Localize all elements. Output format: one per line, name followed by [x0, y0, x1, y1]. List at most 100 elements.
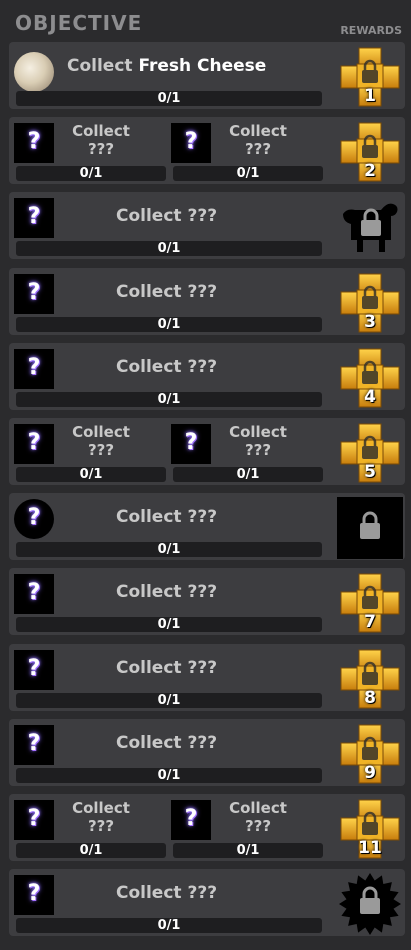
collect-label: Collect??? [213, 423, 303, 459]
reward-cube-icon[interactable]: 4 [337, 347, 403, 409]
reward-cube-icon[interactable]: 7 [337, 572, 403, 634]
objective-row: ? Collect ??? 0/1 [9, 869, 405, 937]
question-mark-icon: ? [27, 204, 41, 230]
locked-cow-reward-icon[interactable] [337, 196, 403, 258]
unknown-item-icon: ? [14, 724, 54, 765]
progress-bar: 0/1 [16, 166, 166, 182]
item-name: ??? [187, 356, 218, 377]
unknown-item-icon: ? [14, 875, 54, 916]
item-name: ??? [187, 657, 218, 678]
unknown-item-icon: ? [171, 123, 211, 164]
progress-bar: 0/1 [16, 767, 322, 783]
objective-row: ? Collect ??? 0/1 7 [9, 568, 405, 636]
objective-row: ? Collect??? 0/1? Collect??? 0/1 11 [9, 794, 405, 861]
item-name: Fresh Cheese [138, 56, 267, 76]
item-name: ??? [187, 281, 218, 302]
collect-word: Collect [229, 423, 287, 441]
item-name: ??? [187, 507, 218, 528]
collect-label: Collect??? [56, 799, 146, 835]
collect-word: Collect [229, 122, 287, 141]
objective-row: ? Collect??? 0/1? Collect??? 0/1 5 [9, 418, 405, 485]
progress-bar: 0/1 [16, 918, 322, 934]
question-mark-icon: ? [27, 279, 41, 305]
reward-cube-icon[interactable]: 3 [337, 272, 403, 334]
collect-label: Collect ??? [116, 582, 217, 602]
collect-word: Collect [72, 122, 130, 141]
collect-label: Collect??? [56, 423, 146, 459]
collect-label: Collect??? [56, 122, 146, 158]
progress-bar: 0/1 [173, 467, 323, 482]
reward-cube-icon[interactable]: 9 [337, 723, 403, 785]
reward-cube-icon[interactable]: 5 [337, 422, 403, 484]
unknown-item-icon: ? [14, 800, 54, 840]
unknown-item-icon: ? [14, 123, 54, 164]
item-name: ??? [87, 817, 115, 835]
collect-label: Collect ??? [116, 883, 217, 903]
collect-label: Collect ??? [116, 733, 217, 753]
question-mark-icon: ? [27, 354, 41, 380]
reward-number: 3 [364, 311, 376, 332]
item-name: ??? [187, 732, 218, 753]
progress-bar: 0/1 [16, 467, 166, 482]
collect-label: Collect ??? [116, 507, 217, 527]
collect-word: Collect [72, 423, 130, 441]
objective-row: ? Collect ??? 0/1 4 [9, 342, 405, 410]
progress-bar: 0/1 [16, 241, 322, 257]
objective-row: ? Collect ??? 0/1 8 [9, 643, 405, 711]
progress-bar: 0/1 [16, 316, 322, 332]
collect-word: Collect [116, 883, 182, 904]
reward-cube-icon[interactable]: 8 [337, 648, 403, 710]
collect-label: Collect Fresh Cheese [67, 56, 266, 76]
question-mark-icon: ? [27, 806, 41, 831]
collect-word: Collect [67, 56, 133, 76]
collect-label: Collect ??? [116, 282, 217, 302]
reward-number: 2 [364, 161, 376, 182]
header: OBJECTIVE REWARDS [0, 0, 411, 40]
unknown-item-icon: ? [14, 424, 54, 464]
objective-row: ? Collect ??? 0/1 [9, 192, 405, 260]
unknown-item-icon: ? [14, 649, 54, 690]
question-mark-icon: ? [27, 580, 41, 606]
question-mark-icon: ? [27, 881, 41, 907]
unknown-item-icon: ? [14, 348, 54, 389]
progress-bar: 0/1 [16, 91, 322, 106]
reward-number: 1 [364, 86, 376, 106]
progress-bar: 0/1 [173, 843, 323, 858]
rewards-label: REWARDS [340, 24, 402, 37]
reward-cube-icon[interactable]: 1 [337, 46, 403, 108]
reward-number: 8 [364, 687, 376, 708]
locked-badge-reward-icon[interactable] [337, 873, 403, 936]
collect-word: Collect [116, 206, 182, 227]
progress-bar: 0/1 [173, 166, 323, 182]
item-name: ??? [187, 206, 218, 227]
locked-reward-box-icon[interactable] [337, 497, 403, 560]
question-mark-icon: ? [27, 505, 41, 531]
item-name: ??? [187, 582, 218, 603]
reward-cube-icon[interactable]: 11 [337, 798, 403, 860]
collect-word: Collect [116, 582, 182, 603]
objective-row: ? Collect ??? 0/1 3 [9, 267, 405, 335]
reward-number: 9 [364, 762, 376, 783]
collect-label: Collect??? [213, 122, 303, 158]
unknown-item-icon: ? [14, 574, 54, 615]
collect-label: Collect ??? [116, 357, 217, 377]
objective-title: OBJECTIVE [15, 11, 143, 35]
fresh-cheese-icon [14, 52, 54, 92]
collect-label: Collect ??? [116, 206, 217, 226]
reward-cube-icon[interactable]: 2 [337, 121, 403, 183]
question-mark-icon: ? [184, 430, 198, 455]
collect-word: Collect [116, 507, 182, 528]
progress-bar: 0/1 [16, 617, 322, 633]
reward-number: 5 [364, 462, 376, 482]
progress-bar: 0/1 [16, 843, 166, 858]
reward-number: 7 [364, 612, 376, 633]
item-name: ??? [87, 441, 115, 459]
collect-word: Collect [116, 281, 182, 302]
collect-word: Collect [116, 657, 182, 678]
unknown-item-icon: ? [171, 800, 211, 840]
progress-bar: 0/1 [16, 391, 322, 407]
question-mark-icon: ? [184, 806, 198, 831]
objective-row: ? Collect??? 0/1? Collect??? 0/1 2 [9, 117, 405, 185]
item-name: ??? [244, 140, 272, 159]
objective-row: ? Collect ??? 0/1 [9, 493, 405, 561]
